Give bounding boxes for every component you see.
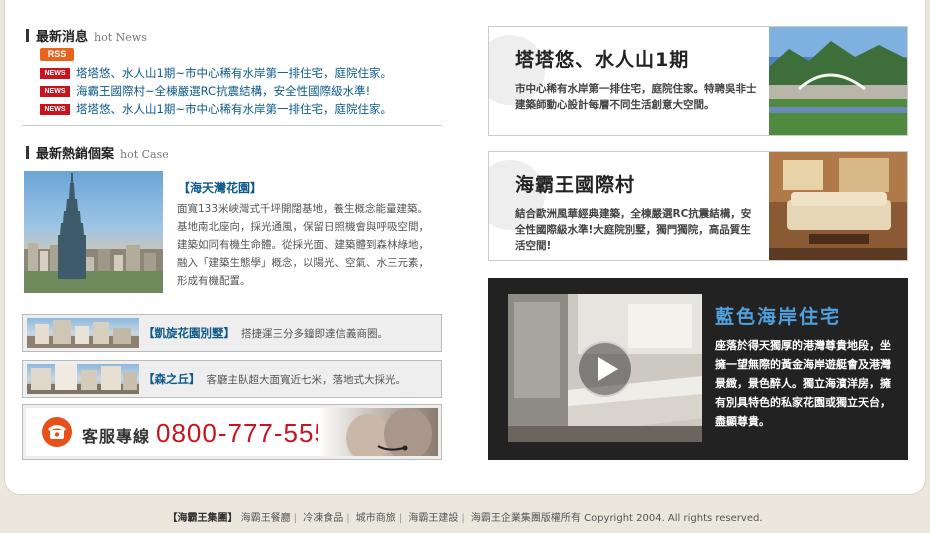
service-label: 客服專線	[82, 427, 151, 446]
news-badge: NEWS	[40, 67, 70, 79]
news-item[interactable]: NEWS 海霸王國際村~全棟嚴選RC抗震結構，安全性國際級水準!	[40, 82, 440, 100]
footer-link[interactable]: 海霸王建設	[408, 513, 458, 524]
promo-card[interactable]: 塔塔悠、水人山1期 市中心稀有水岸第一排住宅，庭院住家。特聘吳非士建築師動心設計…	[488, 26, 908, 136]
footer-separator: |	[293, 513, 298, 524]
title-bar	[26, 146, 29, 159]
case-thumbnail	[27, 364, 139, 394]
footer-link[interactable]: 海霸王餐廳	[241, 513, 291, 524]
case-thumbnail	[27, 318, 139, 348]
case-item-desc: 客廳主臥超大面寬近七米，落地式大採光。	[206, 373, 407, 386]
play-icon	[598, 357, 618, 381]
headset-staff-image	[346, 408, 432, 462]
living-room-image	[769, 152, 907, 260]
news-link[interactable]: 塔塔悠、水人山1期~市中心稀有水岸第一排住宅，庭院住家。	[76, 65, 392, 81]
case-item-title[interactable]: 【森之丘】	[143, 371, 201, 387]
service-number[interactable]: 0800-777-555	[156, 418, 330, 449]
case-item[interactable]: 【森之丘】 客廳主臥超大面寬近七米，落地式大採光。	[22, 360, 442, 398]
featured-case-title[interactable]: 【海天灣花園】	[178, 179, 262, 196]
riverside-image	[769, 27, 907, 135]
featured-case-image[interactable]	[24, 171, 163, 293]
service-staff-image	[318, 408, 438, 462]
footer-link[interactable]: 城市商旅	[356, 513, 396, 524]
footer-separator: |	[461, 513, 465, 524]
footer-separator: |	[398, 513, 403, 524]
promo-card[interactable]: 海霸王國際村 結合歐洲風華經典建築，全棟嚴選RC抗震結構，安全性國際級水準!大庭…	[488, 151, 908, 261]
footer: 【海霸王集團】 海霸王餐廳 | 冷凍食品 | 城市商旅 | 海霸王建設 | 海霸王企業集…	[0, 509, 930, 524]
service-inner: 客服專線 0800-777-555	[26, 408, 438, 462]
news-item[interactable]: NEWS 塔塔悠、水人山1期~市中心稀有水岸第一排住宅，庭院住家。	[40, 64, 440, 82]
news-section-title: 最新消息 hot News	[26, 26, 147, 45]
rss-button[interactable]: RSS	[40, 48, 74, 61]
footer-link[interactable]: 冷凍食品	[303, 513, 343, 524]
news-badge: NEWS	[40, 103, 70, 115]
service-hotline-banner[interactable]: 客服專線 0800-777-555	[22, 404, 442, 462]
title-bar	[26, 29, 29, 42]
footer-separator: |	[346, 513, 350, 524]
video-desc: 座落於得天獨厚的港灣尊貴地段，坐擁一望無際的黃金海岸遊艇會及港灣景緻，景色醉人。…	[715, 339, 891, 428]
play-button[interactable]	[577, 341, 633, 397]
news-badge: NEWS	[40, 85, 70, 97]
case-item-title[interactable]: 【凱旋花園別墅】	[143, 325, 235, 341]
case-item[interactable]: 【凱旋花園別墅】 搭捷運三分多鐘即達信義商圈。	[22, 314, 442, 352]
news-list: NEWS 塔塔悠、水人山1期~市中心稀有水岸第一排住宅，庭院住家。 NEWS 海…	[40, 64, 440, 118]
promo-title[interactable]: 塔塔悠、水人山1期	[515, 45, 689, 72]
promo-title[interactable]: 海霸王國際村	[515, 170, 635, 197]
building-image	[27, 320, 139, 348]
promo-desc: 市中心稀有水岸第一排住宅，庭院住家。特聘吳非士建築師動心設計每層不同生活創意大空…	[515, 83, 757, 111]
promo-desc: 結合歐洲風華經典建築，全棟嚴選RC抗震結構，安全性國際級水準!大庭院別墅，獨門獨…	[515, 208, 752, 252]
video-title[interactable]: 藍色海岸住宅	[715, 302, 841, 329]
news-item[interactable]: NEWS 塔塔悠、水人山1期~市中心稀有水岸第一排住宅，庭院住家。	[40, 100, 440, 118]
phone-glyph	[48, 425, 66, 439]
phone-icon	[42, 417, 72, 447]
city-skyline-image	[24, 173, 163, 293]
video-feature[interactable]: 藍色海岸住宅 座落於得天獨厚的港灣尊貴地段，坐擁一望無際的黃金海岸遊艇會及港灣景…	[488, 278, 908, 460]
case-item-desc: 搭捷運三分多鐘即達信義商圈。	[241, 327, 388, 340]
video-thumbnail[interactable]	[508, 294, 702, 442]
cases-section-title: 最新熱銷個案 hot Case	[26, 143, 169, 162]
footer-brand: 【海霸王集團】	[167, 513, 238, 524]
featured-case-desc: 面寬133米峽灣式千坪開闊基地，養生概念能量建築。基地南北座向，採光通風，保留日…	[177, 203, 429, 287]
footer-copyright: 海霸王企業集團版權所有 Copyright 2004. All rights r…	[470, 513, 763, 524]
building-image	[27, 364, 139, 394]
section-divider	[22, 125, 442, 126]
news-link[interactable]: 塔塔悠、水人山1期~市中心稀有水岸第一排住宅，庭院住家。	[76, 101, 392, 117]
sofa-room-image	[769, 152, 907, 260]
river-bridge-image	[769, 27, 907, 135]
news-link[interactable]: 海霸王國際村~全棟嚴選RC抗震結構，安全性國際級水準!	[76, 83, 370, 99]
